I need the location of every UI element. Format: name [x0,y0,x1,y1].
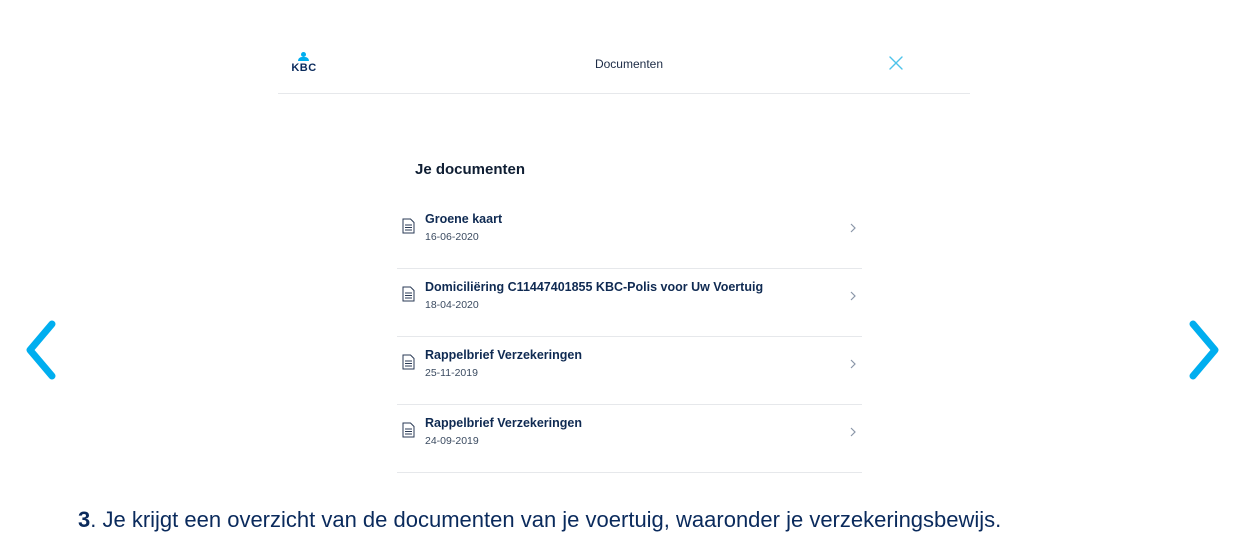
chevron-right-icon [850,291,856,301]
document-icon [402,218,415,234]
arrow-right-icon [1189,320,1219,380]
chevron-right-icon [850,359,856,369]
document-date: 25-11-2019 [425,367,478,379]
step-text: . Je krijgt een overzicht van de documen… [90,507,1002,532]
app-screen: KBC Documenten Je documenten Groene kaar [278,38,970,478]
chevron-right-icon [850,223,856,233]
document-name: Rappelbrief Verzekeringen [425,348,583,362]
document-icon [402,422,415,438]
document-name: Rappelbrief Verzekeringen [425,416,583,430]
document-date: 18-04-2020 [425,299,479,311]
page-title: Documenten [594,57,664,71]
document-item[interactable]: Groene kaart 16-06-2020 [397,201,862,269]
document-name: Groene kaart [425,212,503,226]
next-slide-button[interactable] [1185,318,1225,382]
section-title: Je documenten [415,161,526,178]
arrow-left-icon [26,320,56,380]
document-item[interactable]: Rappelbrief Verzekeringen 25-11-2019 [397,337,862,405]
previous-slide-button[interactable] [20,318,60,382]
close-button[interactable] [886,53,906,73]
document-date: 16-06-2020 [425,231,479,243]
document-list: Groene kaart 16-06-2020 Domiciliëring C1… [397,201,862,473]
document-item[interactable]: Domiciliëring C11447401855 KBC-Polis voo… [397,269,862,337]
document-item[interactable]: Rappelbrief Verzekeringen 24-09-2019 [397,405,862,473]
document-icon [402,354,415,370]
step-caption: 3. Je krijgt een overzicht van de docume… [78,507,1001,533]
app-header: KBC Documenten [278,38,970,94]
close-icon [889,56,903,70]
step-number: 3 [78,507,91,532]
chevron-right-icon [850,427,856,437]
stage: KBC Documenten Je documenten Groene kaar [0,0,1255,549]
document-icon [402,286,415,302]
document-date: 24-09-2019 [425,435,479,447]
document-name: Domiciliëring C11447401855 KBC-Polis voo… [425,280,764,294]
